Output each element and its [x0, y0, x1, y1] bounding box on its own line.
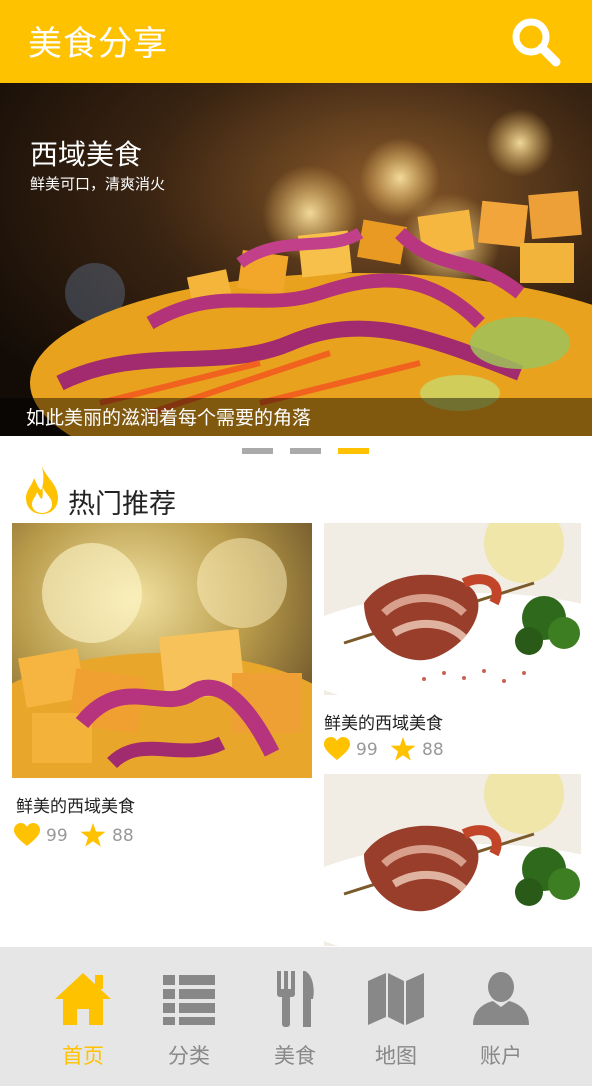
banner-caption: 如此美丽的滋润着每个需要的角落 — [26, 407, 312, 429]
heart-icon — [14, 823, 40, 846]
section-title: 热门推荐 — [68, 489, 176, 520]
card-food-image — [324, 523, 581, 695]
recommend-card-2[interactable]: 鲜美的西域美食 99 88 — [324, 523, 581, 768]
card-stats: 99 88 — [324, 737, 524, 763]
like-count: 99 — [356, 740, 378, 760]
tab-label: 分类 — [168, 1044, 210, 1068]
tab-food[interactable]: 美食 — [245, 947, 345, 1086]
tab-map[interactable]: 地图 — [346, 947, 446, 1086]
tab-label: 美食 — [274, 1044, 316, 1068]
fork-knife-icon — [277, 971, 314, 1027]
star-count: 88 — [112, 826, 134, 846]
carousel-dot-3[interactable] — [338, 448, 369, 454]
banner-title: 西域美食 — [30, 138, 143, 171]
tab-label: 账户 — [480, 1044, 522, 1068]
card-food-image — [324, 774, 581, 946]
tab-category[interactable]: 分类 — [139, 947, 239, 1086]
tab-account[interactable]: 账户 — [451, 947, 551, 1086]
like-count: 99 — [46, 826, 68, 846]
heart-icon — [324, 737, 350, 760]
card-stats: 99 88 — [14, 823, 214, 849]
star-icon — [390, 737, 416, 761]
user-icon — [473, 972, 529, 1025]
star-count: 88 — [422, 740, 444, 760]
carousel-dot-2[interactable] — [290, 448, 321, 454]
recommend-card-1[interactable]: 鲜美的西域美食 99 88 — [12, 523, 312, 853]
list-icon — [163, 975, 215, 1025]
search-icon[interactable] — [508, 14, 564, 70]
card-food-image — [12, 523, 312, 778]
star-icon — [80, 823, 106, 847]
tab-label: 首页 — [62, 1044, 104, 1068]
app-header: 美食分享 — [0, 0, 592, 83]
carousel-indicators — [0, 448, 592, 455]
banner-subtitle: 鲜美可口，清爽消火 — [30, 175, 166, 193]
map-icon — [368, 973, 424, 1025]
card-title: 鲜美的西域美食 — [16, 797, 135, 817]
carousel-dot-1[interactable] — [242, 448, 273, 454]
tab-home[interactable]: 首页 — [33, 947, 133, 1086]
bottom-tab-bar: 首页 分类 美食 地图 账户 — [0, 947, 592, 1086]
banner-caption-bar: 如此美丽的滋润着每个需要的角落 — [0, 398, 592, 436]
hero-banner[interactable]: 西域美食 鲜美可口，清爽消火 如此美丽的滋润着每个需要的角落 — [0, 83, 592, 436]
recommend-card-3[interactable] — [324, 774, 581, 946]
app-title: 美食分享 — [28, 24, 168, 64]
tab-label: 地图 — [375, 1044, 417, 1068]
home-icon — [55, 973, 111, 1025]
flame-icon — [26, 466, 58, 514]
card-title: 鲜美的西域美食 — [324, 714, 443, 734]
